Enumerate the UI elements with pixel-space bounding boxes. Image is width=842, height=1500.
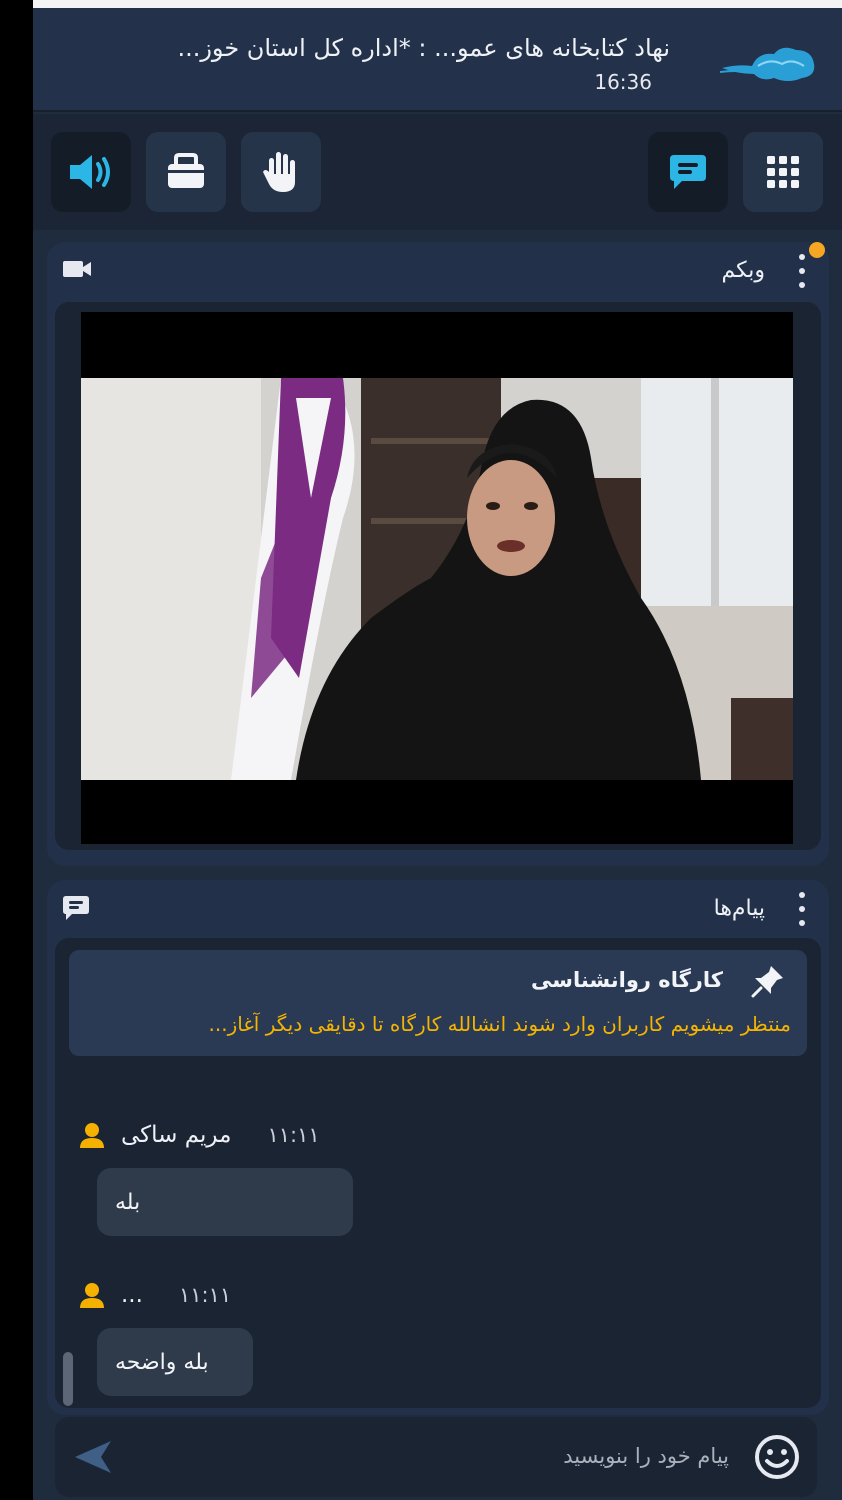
message-bubble[interactable]: بله واضحه (97, 1328, 253, 1396)
camera-toggle-button[interactable] (146, 132, 226, 212)
pin-icon (751, 966, 783, 998)
cloud-logo-icon (719, 47, 815, 81)
chat-icon (670, 155, 706, 189)
apps-grid-icon (767, 156, 799, 188)
webcam-scene (81, 378, 793, 780)
message-icon (63, 896, 89, 920)
chat-button[interactable] (648, 132, 728, 212)
top-edge (33, 0, 842, 8)
room-title: نهاد کتابخانه های عمو... : *اداره کل است… (177, 34, 670, 62)
toolbar (33, 114, 842, 230)
app-window: نهاد کتابخانه های عمو... : *اداره کل است… (33, 0, 842, 1500)
chat-scrollbar[interactable] (63, 1352, 73, 1406)
pinned-message[interactable]: کارگاه روانشناسی منتظر میشویم کاربران وا… (69, 950, 807, 1056)
webcam-title: وبکم (721, 258, 765, 283)
send-icon[interactable] (71, 1435, 115, 1479)
message-header: ... ۱۱:۱۱ (77, 1280, 231, 1310)
session-time: 16:36 (594, 70, 652, 94)
raise-hand-icon (263, 152, 295, 192)
raise-hand-button[interactable] (241, 132, 321, 212)
sender-name: ... (121, 1282, 143, 1308)
message-composer (55, 1417, 817, 1497)
speaker-icon (70, 155, 110, 189)
message-header: مریم ساکی ۱۱:۱۱ (77, 1120, 320, 1150)
chat-body: کارگاه روانشناسی منتظر میشویم کاربران وا… (55, 938, 821, 1408)
camera-toggle-icon (168, 153, 204, 188)
notification-dot (809, 242, 825, 258)
webcam-menu-button[interactable] (797, 254, 807, 288)
video-frame (55, 302, 821, 850)
header: نهاد کتابخانه های عمو... : *اداره کل است… (33, 8, 842, 112)
message-bubble[interactable]: بله (97, 1168, 353, 1236)
video-camera-icon (63, 261, 91, 277)
emoji-icon[interactable] (753, 1433, 801, 1481)
speaker-button[interactable] (51, 132, 131, 212)
user-avatar-icon (80, 1123, 104, 1148)
pinned-text: منتظر میشویم کاربران وارد شوند انشالله ک… (208, 1012, 791, 1036)
messages-panel: پیام‌ها کارگاه روانشناسی منتظر میشویم کا… (47, 880, 829, 1415)
messages-title: پیام‌ها (713, 896, 765, 921)
pinned-title: کارگاه روانشناسی (531, 968, 723, 992)
webcam-video[interactable] (81, 312, 793, 844)
presenter-video-image (81, 378, 793, 780)
user-avatar-icon (80, 1283, 104, 1308)
webcam-panel: وبکم (47, 242, 829, 866)
apps-grid-button[interactable] (743, 132, 823, 212)
sender-name: مریم ساکی (121, 1122, 232, 1148)
message-time: ۱۱:۱۱ (178, 1283, 232, 1307)
message-input[interactable] (169, 1435, 729, 1477)
messages-menu-button[interactable] (797, 892, 807, 926)
message-time: ۱۱:۱۱ (267, 1123, 320, 1147)
